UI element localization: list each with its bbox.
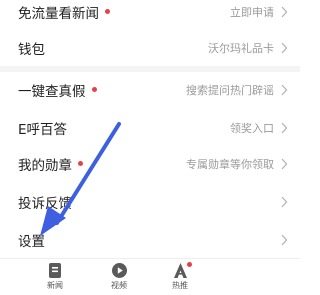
chevron-right-icon	[281, 42, 288, 54]
menu-item-hint: 搜索提问热门辟谣	[186, 84, 274, 97]
chevron-right-icon	[281, 6, 288, 18]
menu-item-label: 设置	[18, 234, 45, 250]
menu-item-feedback[interactable]: 投诉反馈	[0, 184, 300, 220]
notification-dot	[78, 160, 83, 166]
hot-push-icon	[173, 263, 187, 278]
menu-item-label: 免流量看新闻	[18, 2, 110, 22]
bottom-tab-bar: 新闻 视频 热推	[0, 258, 300, 295]
chevron-right-icon	[281, 84, 288, 96]
menu-item-label: E呼百答	[18, 122, 68, 138]
chevron-right-icon	[281, 234, 288, 246]
notification-dot	[105, 8, 110, 14]
tab-label: 视频	[111, 281, 127, 290]
tab-video[interactable]: 视频	[99, 262, 139, 291]
menu-item-wallet[interactable]: 钱包 沃尔玛礼品卡	[0, 30, 300, 66]
chevron-right-icon	[281, 196, 288, 208]
menu-item-e-hu-bai-da[interactable]: E呼百答 领奖入口	[0, 110, 300, 146]
notification-dot	[91, 86, 97, 92]
tab-news[interactable]: 新闻	[35, 262, 75, 291]
menu-item-label: 投诉反馈	[18, 196, 72, 212]
tab-label: 新闻	[47, 281, 63, 290]
menu-item-hint: 立即申请	[230, 6, 274, 19]
video-play-icon	[111, 263, 127, 278]
menu-item-settings[interactable]: 设置	[0, 222, 300, 258]
menu-item-label: 钱包	[18, 42, 45, 58]
chevron-right-icon	[281, 122, 288, 134]
menu-item-fact-check[interactable]: 一键查真假 搜索提问热门辟谣	[0, 72, 300, 108]
tab-label: 热推	[172, 281, 188, 290]
menu-item-label: 我的勋章	[18, 154, 83, 174]
menu-item-hint: 领奖入口	[230, 122, 274, 135]
menu-item-label: 一键查真假	[18, 80, 97, 100]
menu-item-my-medals[interactable]: 我的勋章 专属勋章等你领取	[0, 146, 300, 182]
notification-badge	[187, 262, 192, 267]
menu-item-hint: 沃尔玛礼品卡	[208, 42, 274, 55]
menu-item-hint: 专属勋章等你领取	[186, 158, 274, 171]
chevron-right-icon	[281, 158, 288, 170]
menu-item-free-data-news[interactable]: 免流量看新闻 立即申请	[0, 0, 300, 30]
tab-hot-push[interactable]: 热推	[160, 262, 200, 291]
news-icon	[49, 263, 61, 278]
